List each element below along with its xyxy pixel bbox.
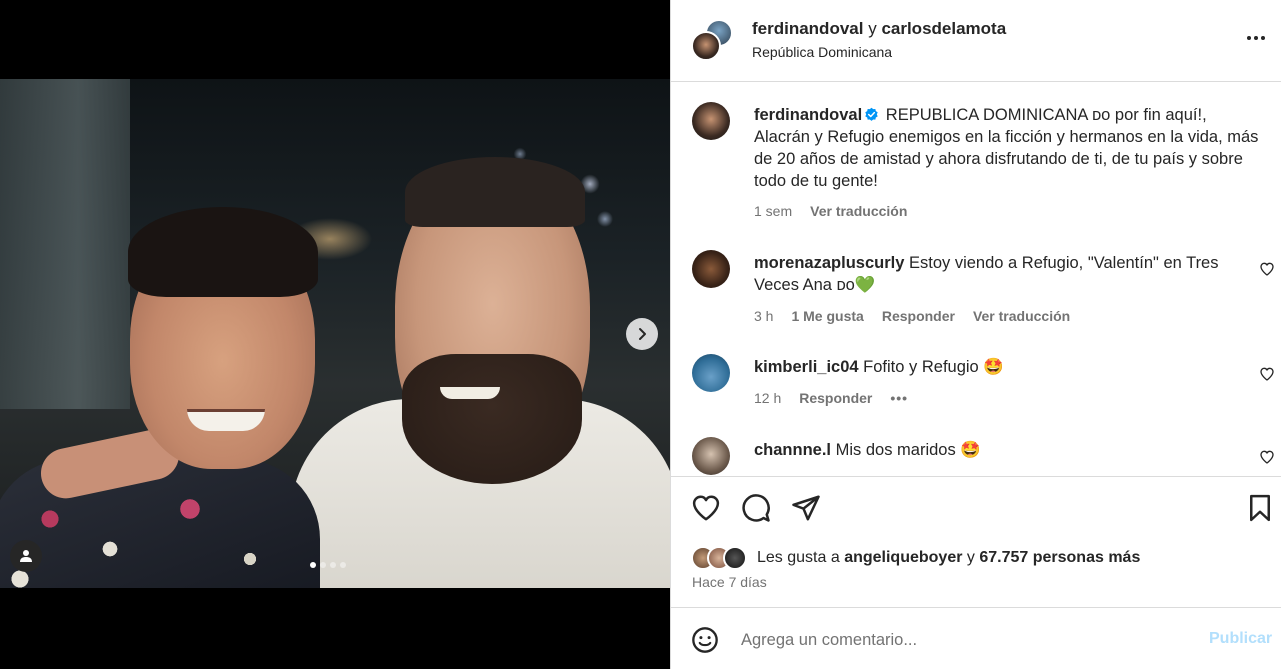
carousel-dot [310,562,316,568]
carousel-dot [320,562,326,568]
comment-body: morenazapluscurly Estoy viendo a Refugio… [754,252,1229,296]
translate-button[interactable]: Ver traducción [810,203,907,219]
comment-username[interactable]: kimberli_ic04 [754,358,859,376]
comment-body: channne.l Mis dos maridos 🤩 [754,439,1264,461]
comment-username[interactable]: morenazapluscurly [754,254,904,272]
post-authors: ferdinandoval y carlosdelamota [752,19,1006,39]
heart-icon[interactable] [1259,366,1275,382]
comment-input[interactable] [741,628,1181,652]
authors-conjunction: y [868,19,877,38]
reply-button[interactable]: Responder [799,390,872,406]
comment-meta: 12 h Responder ••• [754,390,908,406]
add-comment-bar: Publicar [671,607,1281,669]
photo-background [0,79,130,409]
comment-avatar[interactable] [692,437,730,475]
dot-icon [1254,36,1258,40]
likes-prefix: Les gusta a [757,549,840,566]
photo-person-right-smile [440,387,500,399]
avatar-ferdinandoval[interactable] [691,31,721,61]
comment-text: Fofito y Refugio 🤩 [863,358,1004,376]
comment-text: Mis dos maridos 🤩 [835,441,981,459]
comment-avatar[interactable] [692,354,730,392]
comment-icon[interactable] [741,493,771,523]
comment-likes-count[interactable]: 1 Me gusta [791,308,863,324]
heart-icon[interactable] [1259,449,1275,465]
tagged-users-button[interactable] [10,540,42,572]
liker-username[interactable]: angeliqueboyer [844,549,962,566]
author-link-primary[interactable]: ferdinandoval [752,19,863,38]
author-link-secondary[interactable]: carlosdelamota [881,19,1006,38]
carousel-dot [340,562,346,568]
liker-avatar[interactable] [723,546,747,570]
post-photo[interactable] [0,79,670,588]
carousel-dot [330,562,336,568]
bookmark-icon[interactable] [1245,493,1275,523]
comment-options-button[interactable]: ••• [890,390,908,406]
heart-icon[interactable] [1259,261,1275,277]
translate-button[interactable]: Ver traducción [973,308,1070,324]
comment-username[interactable]: channne.l [754,441,831,459]
comment-meta: 3 h 1 Me gusta Responder Ver traducción [754,308,1070,324]
likes-others-count[interactable]: 67.757 personas más [979,549,1140,566]
caption: ferdinandoval REPUBLICA DOMINICANA ᴅᴏ po… [754,104,1264,192]
verified-badge-icon [865,107,878,121]
likes-text[interactable]: Les gusta a angeliqueboyer y 67.757 pers… [757,549,1140,567]
carousel-next-button[interactable] [626,318,658,350]
likes-conjunction: y [966,549,975,566]
user-icon [20,550,32,562]
post-actions: Les gusta a angeliqueboyer y 67.757 pers… [671,476,1281,608]
photo-person-left-smile [187,409,265,431]
photo-person-right-beard [402,354,582,484]
comments-section[interactable]: ferdinandoval REPUBLICA DOMINICANA ᴅᴏ po… [671,83,1281,475]
photo-person-right-hair [405,157,585,227]
caption-time[interactable]: 1 sem [754,203,792,219]
caption-avatar[interactable] [692,102,730,140]
more-options-button[interactable] [1243,28,1269,48]
post-location[interactable]: República Dominicana [752,44,892,60]
dot-icon [1247,36,1251,40]
post-header: ferdinandoval y carlosdelamota República… [671,0,1281,82]
dot-icon [1261,36,1265,40]
photo-person-left-hair [128,207,318,297]
comment-avatar[interactable] [692,250,730,288]
heart-icon[interactable] [691,493,721,523]
share-icon[interactable] [791,493,821,523]
comment-time[interactable]: 12 h [754,390,781,406]
caption-meta: 1 sem Ver traducción [754,203,907,219]
chevron-right-icon [639,328,646,340]
post-details-panel: ferdinandoval y carlosdelamota República… [670,0,1281,669]
post-date[interactable]: Hace 7 días [692,574,767,590]
carousel-indicator [310,562,346,568]
publish-button[interactable]: Publicar [1209,630,1272,648]
caption-username[interactable]: ferdinandoval [754,106,862,124]
comment-body: kimberli_ic04 Fofito y Refugio 🤩 [754,356,1264,378]
reply-button[interactable]: Responder [882,308,955,324]
post-media-viewer [0,0,670,669]
emoji-icon[interactable] [691,626,719,654]
comment-time[interactable]: 3 h [754,308,773,324]
likes-summary: Les gusta a angeliqueboyer y 67.757 pers… [691,545,1140,571]
